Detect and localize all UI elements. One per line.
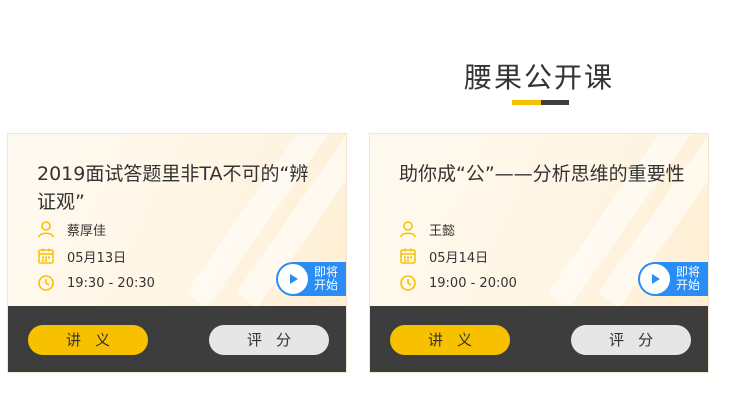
calendar-icon [399, 247, 417, 265]
user-icon [37, 220, 55, 238]
course-title[interactable]: 助你成“公”——分析思维的重要性 [399, 160, 689, 188]
teacher-name: 王懿 [429, 223, 456, 239]
course-title[interactable]: 2019面试答题里非TA不可的“辨证观” [37, 160, 327, 216]
play-icon [278, 264, 308, 294]
rate-button[interactable]: 评分 [209, 325, 329, 355]
course-date: 05月14日 [429, 250, 489, 266]
teacher-row: 蔡厚佳 [37, 219, 106, 239]
course-card[interactable]: 2019面试答题里非TA不可的“辨证观” 蔡厚佳 05月13日 19:30 - … [7, 133, 347, 373]
user-icon [399, 220, 417, 238]
rate-button[interactable]: 评分 [571, 325, 691, 355]
time-row: 19:30 - 20:30 [37, 273, 155, 293]
course-time: 19:00 - 20:00 [429, 275, 517, 291]
calendar-icon [37, 247, 55, 265]
course-card[interactable]: 助你成“公”——分析思维的重要性 王懿 05月14日 19:00 - 20:00… [369, 133, 709, 373]
card-actions: 讲义 评分 [370, 306, 708, 372]
card-header: 2019面试答题里非TA不可的“辨证观” 蔡厚佳 05月13日 19:30 - … [8, 134, 346, 306]
teacher-row: 王懿 [399, 219, 455, 239]
title-underline-dark [541, 100, 569, 105]
card-actions: 讲义 评分 [8, 306, 346, 372]
teacher-name: 蔡厚佳 [67, 223, 107, 239]
live-badge[interactable]: 即将开始 [638, 262, 708, 296]
badge-label: 即将开始 [314, 265, 339, 292]
clock-icon [37, 274, 55, 292]
handout-button[interactable]: 讲义 [28, 325, 148, 355]
date-row: 05月13日 [37, 246, 126, 266]
badge-label: 即将开始 [676, 265, 701, 292]
card-header: 助你成“公”——分析思维的重要性 王懿 05月14日 19:00 - 20:00… [370, 134, 708, 306]
section-title: 腰果公开课 [463, 61, 614, 94]
handout-button[interactable]: 讲义 [390, 325, 510, 355]
time-row: 19:00 - 20:00 [399, 273, 517, 293]
live-badge[interactable]: 即将开始 [276, 262, 346, 296]
clock-icon [399, 274, 417, 292]
course-time: 19:30 - 20:30 [67, 275, 155, 291]
play-icon [640, 264, 670, 294]
course-date: 05月13日 [67, 250, 127, 266]
title-underline-accent [512, 100, 541, 105]
date-row: 05月14日 [399, 246, 488, 266]
